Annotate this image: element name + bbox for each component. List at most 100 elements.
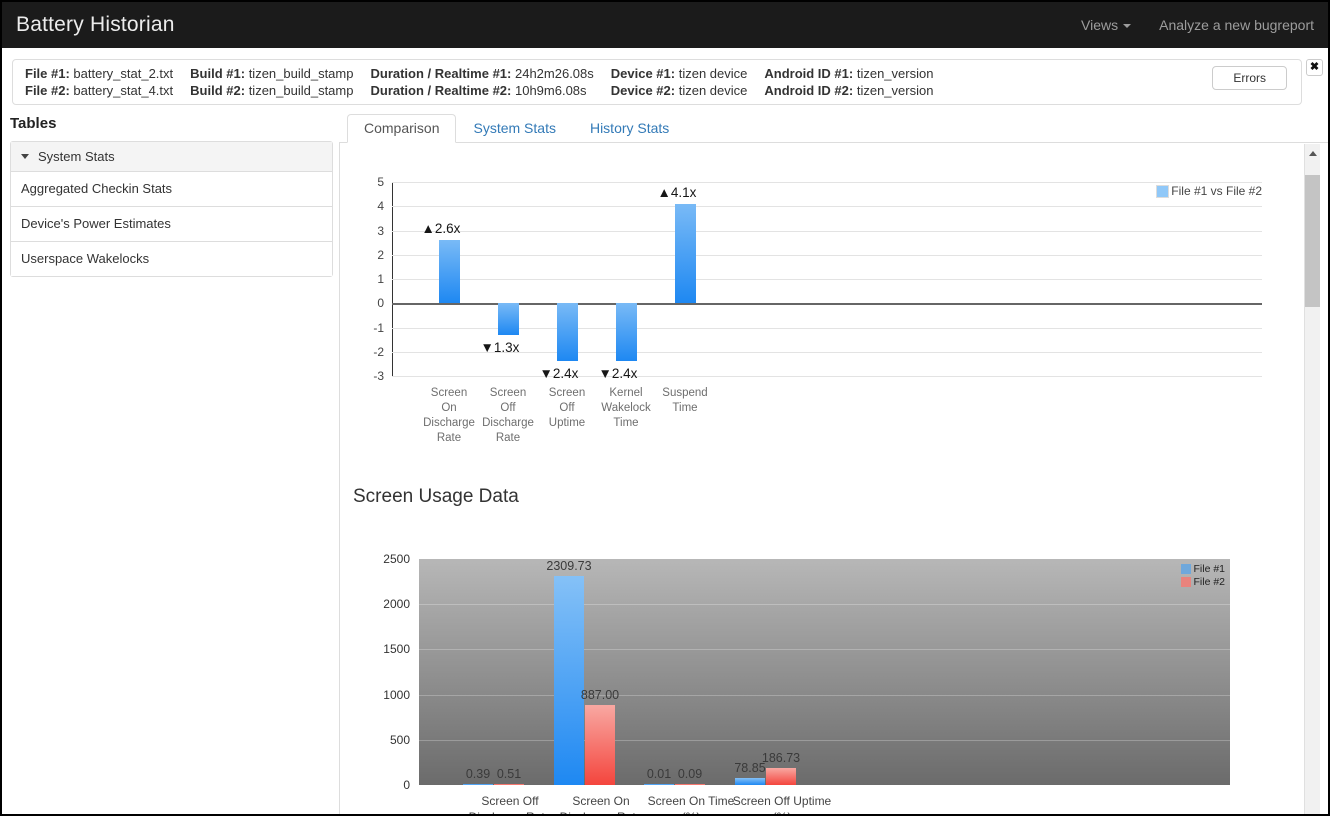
duration1-value: 24h2m26.08s [515,66,594,81]
build2-label: Build #2: [190,83,245,98]
tab-history-stats[interactable]: History Stats [573,114,686,143]
metadata-wrap: File #1: battery_stat_2.txt File #2: bat… [12,59,1318,105]
legend-label-file2: File #2 [1193,576,1225,588]
device2-value: tizen device [679,83,748,98]
y-tick-label: -1 [354,321,384,335]
file-info-column: File #1: battery_stat_2.txt File #2: bat… [25,65,173,99]
tables-panel: System Stats Aggregated Checkin Stats De… [10,141,333,277]
device1-value: tizen device [679,66,748,81]
comparison-chart-plot: File #1 vs File #2 543210-1-2-3▲2.6xScre… [392,182,1262,376]
duration-info-column: Duration / Realtime #1: 24h2m26.08s Dura… [370,65,593,99]
tab-comparison[interactable]: Comparison [347,114,456,143]
gridline [419,604,1230,605]
y-tick-label: 1500 [368,642,410,656]
android-id2-value: tizen_version [857,83,934,98]
gridline [392,231,1262,232]
comparison-bar [675,204,696,303]
navbar-right: Views Analyze a new bugreport [1081,17,1328,33]
close-icon[interactable]: ✖ [1306,59,1323,76]
y-tick-label: 1000 [368,688,410,702]
y-tick-label: 2 [354,248,384,262]
usage-bar-file2 [675,784,705,786]
x-category-label: ScreenOnDischargeRate [417,386,481,446]
y-tick-label: 1 [354,272,384,286]
android-id1-value: tizen_version [857,66,934,81]
y-tick-label: 0 [354,296,384,310]
top-navbar: Battery Historian Views Analyze a new bu… [2,2,1328,48]
android-id-info-column: Android ID #1: tizen_version Android ID … [764,65,933,99]
comparison-bar [616,303,637,361]
android-id1-label: Android ID #1: [764,66,853,81]
usage-bar-file2 [585,705,615,785]
gridline [392,255,1262,256]
legend-label-file1-vs-file2: File #1 vs File #2 [1171,184,1262,198]
comparison-chart-legend: File #1 vs File #2 [1156,184,1262,198]
gridline [419,649,1230,650]
y-tick-label: -3 [354,369,384,383]
errors-button[interactable]: Errors [1212,66,1287,90]
collapse-caret-icon [21,154,29,159]
app-title: Battery Historian [2,13,175,37]
y-tick-label: 5 [354,175,384,189]
bar-annotation: ▼2.4x [578,366,658,381]
chevron-down-icon [1123,24,1131,28]
main-content: Comparison System Stats History Stats Fi… [339,113,1328,814]
usage-bar-file1 [554,576,584,785]
scrollbar-thumb[interactable] [1305,175,1320,307]
vertical-scrollbar[interactable] [1304,144,1320,814]
legend-row-file1: File #1 [1181,563,1225,575]
gridline [392,182,1262,183]
bar-value-label: 2309.73 [524,559,614,573]
y-tick-label: -2 [354,345,384,359]
file1-value: battery_stat_2.txt [73,66,173,81]
tables-sidebar: Tables System Stats Aggregated Checkin S… [2,113,339,814]
build1-label: Build #1: [190,66,245,81]
x-category-label: ScreenOffUptime [535,386,599,431]
screen-usage-chart-legend: File #1 File #2 [1181,563,1225,589]
sidebar-group-label: System Stats [38,149,115,164]
y-tick-label: 0 [368,778,410,792]
tab-bar: Comparison System Stats History Stats [339,113,1328,143]
comparison-bar [557,303,578,361]
tab-system-stats[interactable]: System Stats [456,114,572,143]
bar-annotation: ▲4.1x [637,185,717,200]
gridline [392,328,1262,329]
file1-label: File #1: [25,66,70,81]
sidebar-title: Tables [10,115,333,132]
usage-bar-file2 [766,768,796,785]
usage-bar-file1 [463,784,493,786]
sidebar-item-userspace-wakelocks[interactable]: Userspace Wakelocks [11,242,332,276]
device-info-column: Device #1: tizen device Device #2: tizen… [611,65,748,99]
bar-annotation: ▲2.6x [401,221,481,236]
x-category-label: Screen Off Uptime(%) [717,793,847,814]
bar-value-label: 887.00 [555,688,645,702]
sidebar-group-system-stats[interactable]: System Stats [11,142,332,172]
x-category-label: ScreenOffDischargeRate [476,386,540,446]
comparison-bar [498,303,519,335]
usage-bar-file1 [735,778,765,785]
legend-swatch-file1 [1181,564,1191,574]
comparison-tab-content: File #1 vs File #2 543210-1-2-3▲2.6xScre… [339,143,1328,814]
analyze-new-bugreport-link[interactable]: Analyze a new bugreport [1159,17,1314,33]
screen-usage-data-title: Screen Usage Data [353,486,1328,508]
scrollbar-up-arrow-icon[interactable] [1309,151,1317,156]
app-window: Battery Historian Views Analyze a new bu… [0,0,1330,816]
y-tick-label: 2500 [368,552,410,566]
x-category-label: KernelWakelockTime [594,386,658,431]
sidebar-item-aggregated-checkin-stats[interactable]: Aggregated Checkin Stats [11,172,332,207]
zero-axis-line [392,303,1262,305]
views-menu[interactable]: Views [1081,17,1131,33]
duration2-value: 10h9m6.08s [515,83,587,98]
bar-annotation: ▼1.3x [460,340,540,355]
metadata-panel: File #1: battery_stat_2.txt File #2: bat… [12,59,1302,105]
legend-label-file1: File #1 [1193,563,1225,575]
gridline [419,740,1230,741]
legend-swatch-file2 [1181,577,1191,587]
x-category-label: SuspendTime [653,386,717,416]
y-tick-label: 3 [354,224,384,238]
sidebar-item-devices-power-estimates[interactable]: Device's Power Estimates [11,207,332,242]
duration2-label: Duration / Realtime #2: [370,83,511,98]
device2-label: Device #2: [611,83,675,98]
bar-value-label: 0.51 [464,767,554,781]
comparison-bar [439,240,460,303]
